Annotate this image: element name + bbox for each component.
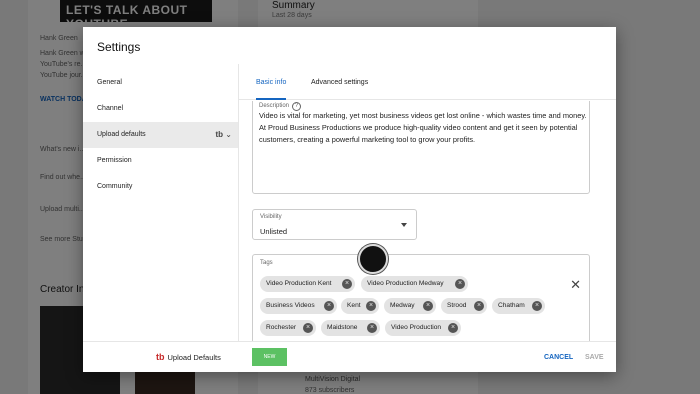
dropdown-arrow-icon [401,223,407,227]
tab-advanced-settings[interactable]: Advanced settings [311,64,368,100]
visibility-label: Visibility [260,214,282,220]
remove-tag-icon[interactable]: × [303,323,313,333]
chevron-down-icon: ⌄ [225,130,232,139]
remove-tag-icon[interactable]: × [342,279,352,289]
remove-tag-icon[interactable]: × [366,301,376,311]
cursor-indicator [358,244,388,274]
tag-chip: Medway × [384,298,436,314]
tag-chip: Video Production Medway × [361,276,468,292]
tab-bar: Basic info Advanced settings [239,64,616,100]
tag-chip: Strood × [441,298,487,314]
remove-tag-icon[interactable]: × [455,279,465,289]
nav-item-permission[interactable]: Permission [83,148,238,174]
tag-chip: Maidstone × [321,320,380,336]
dialog-footer: tb Upload Defaults NEW CANCEL SAVE [83,341,616,372]
tag-chip: Kent × [341,298,379,314]
tag-chip: Video Production Kent × [260,276,355,292]
tubebuddy-badge: tb ⌄ [215,130,233,139]
clear-tags-icon[interactable]: ✕ [570,277,581,293]
tag-chip: Business Videos × [260,298,337,314]
cancel-button[interactable]: CANCEL [544,354,573,361]
tab-basic-info[interactable]: Basic info [256,64,287,100]
tags-label: Tags [260,260,273,266]
visibility-select[interactable]: Visibility Unlisted [252,209,417,240]
nav-item-upload-defaults[interactable]: Upload defaults tb ⌄ [83,122,238,148]
tags-field[interactable]: Tags ✕ Video Production Kent × Video Prod… [252,254,590,341]
nav-item-label: Upload defaults [97,131,146,138]
remove-tag-icon[interactable]: × [367,323,377,333]
new-button[interactable]: NEW [252,348,287,366]
nav-item-channel[interactable]: Channel [83,96,238,122]
nav-item-community[interactable]: Community [83,174,238,200]
settings-nav: General Channel Upload defaults tb ⌄ Per… [83,64,238,341]
tag-chip: Video Production × [385,320,461,336]
remove-tag-icon[interactable]: × [532,301,542,311]
remove-tag-icon[interactable]: × [474,301,484,311]
upload-defaults-label: tb Upload Defaults [156,352,221,362]
tag-chip: Chatham × [492,298,545,314]
tag-chip: Rochester × [260,320,316,336]
description-text[interactable]: Video is vital for marketing, yet most b… [259,110,589,146]
tubebuddy-logo-icon: tb [156,352,165,362]
remove-tag-icon[interactable]: × [448,323,458,333]
nav-item-general[interactable]: General [83,70,238,96]
visibility-value: Unlisted [260,227,288,236]
description-field[interactable]: Description? Video is vital for marketin… [252,101,590,194]
basic-info-panel: Description? Video is vital for marketin… [239,101,616,341]
save-button[interactable]: SAVE [585,354,604,361]
dialog-title: Settings [97,40,141,54]
remove-tag-icon[interactable]: × [324,301,334,311]
remove-tag-icon[interactable]: × [423,301,433,311]
settings-dialog: Settings General Channel Upload defaults… [83,27,616,372]
